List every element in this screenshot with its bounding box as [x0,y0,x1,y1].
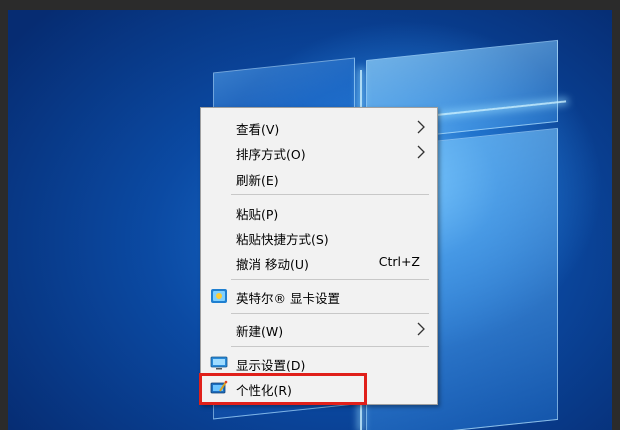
menu-item-display-settings[interactable]: 显示设置(D) [204,351,434,375]
menu-item-label: 排序方式(O) [236,147,306,162]
menu-item-sort-by[interactable]: 排序方式(O) [204,140,434,164]
annotation-highlight-box [199,373,367,405]
menu-item-label: 撤消 移动(U) [236,257,309,272]
menu-item-shortcut: Ctrl+Z [378,254,420,269]
menu-item-label: 粘贴(P) [236,207,279,222]
menu-item-new[interactable]: 新建(W) [204,317,434,341]
menu-item-undo-move[interactable]: 撤消 移动(U) Ctrl+Z [204,250,434,274]
menu-item-label: 查看(V) [236,122,280,137]
menu-item-intel-graphics[interactable]: 英特尔® 显卡设置 [204,284,434,308]
menu-separator [231,313,429,314]
menu-item-label: 粘贴快捷方式(S) [236,232,329,247]
desktop-context-menu: 查看(V) 排序方式(O) 刷新(E) 粘贴(P) 粘贴快捷方式(S) 撤消 移… [200,107,438,405]
menu-item-paste-shortcut[interactable]: 粘贴快捷方式(S) [204,225,434,249]
menu-separator [231,279,429,280]
menu-item-view[interactable]: 查看(V) [204,115,434,139]
screen: 查看(V) 排序方式(O) 刷新(E) 粘贴(P) 粘贴快捷方式(S) 撤消 移… [0,0,620,430]
menu-item-refresh[interactable]: 刷新(E) [204,166,434,190]
menu-item-label: 新建(W) [236,324,284,339]
menu-item-label: 英特尔® 显卡设置 [236,291,340,306]
menu-item-label: 显示设置(D) [236,358,306,373]
chevron-right-icon [417,145,425,159]
chevron-right-icon [417,120,425,134]
intel-graphics-icon [211,289,227,303]
menu-separator [231,194,429,195]
menu-separator [231,346,429,347]
menu-item-paste[interactable]: 粘贴(P) [204,200,434,224]
chevron-right-icon [417,322,425,336]
menu-item-label: 刷新(E) [236,173,279,188]
display-settings-icon [210,356,228,370]
